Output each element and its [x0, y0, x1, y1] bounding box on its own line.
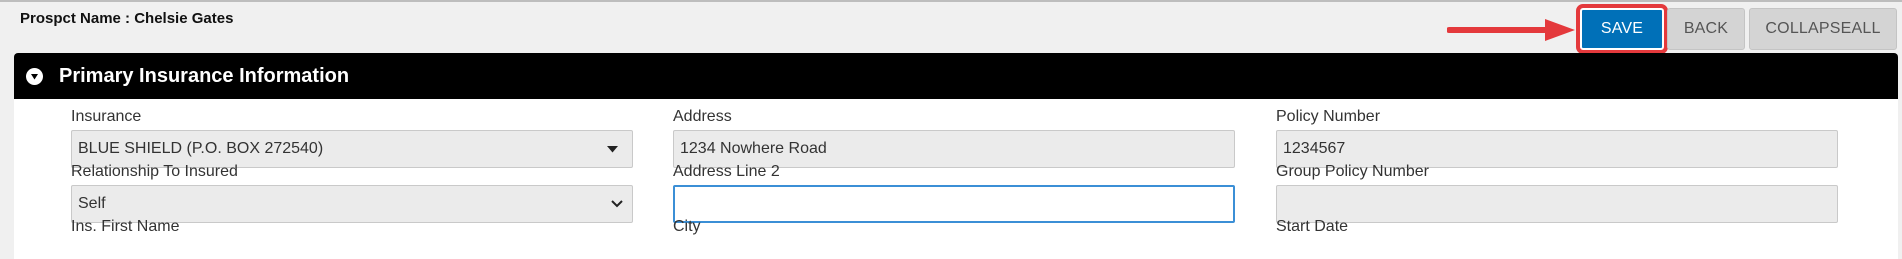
address-label: Address — [673, 108, 732, 125]
prospect-name: Prospct Name : Chelsie Gates — [20, 10, 234, 27]
address2-input[interactable] — [673, 185, 1235, 223]
policy-number-value: 1234567 — [1283, 140, 1346, 157]
city-label: City — [673, 218, 701, 235]
back-button[interactable]: BACK — [1667, 8, 1745, 50]
chevron-down-icon — [611, 200, 623, 208]
dropdown-caret-icon — [607, 146, 618, 153]
panel-title: Primary Insurance Information — [59, 64, 350, 87]
relationship-label: Relationship To Insured — [71, 163, 238, 180]
relationship-value: Self — [78, 195, 106, 212]
collapse-all-button[interactable]: COLLAPSEALL — [1749, 8, 1897, 50]
primary-insurance-panel: Primary Insurance Information Insurance … — [14, 53, 1898, 259]
start-date-label: Start Date — [1276, 218, 1349, 235]
group-policy-field[interactable] — [1276, 185, 1838, 223]
policy-number-label: Policy Number — [1276, 108, 1381, 125]
annotation-arrow-icon — [1447, 19, 1575, 41]
save-button[interactable]: SAVE — [1576, 4, 1668, 54]
panel-header[interactable]: Primary Insurance Information — [14, 53, 1898, 99]
top-divider — [0, 0, 1902, 2]
group-policy-label: Group Policy Number — [1276, 163, 1429, 180]
collapse-toggle-icon[interactable] — [26, 67, 43, 85]
address-value: 1234 Nowhere Road — [680, 140, 827, 157]
ins-first-name-label: Ins. First Name — [71, 218, 180, 235]
address2-label: Address Line 2 — [673, 163, 780, 180]
insurance-label: Insurance — [71, 108, 142, 125]
insurance-value: BLUE SHIELD (P.O. BOX 272540) — [78, 140, 324, 157]
